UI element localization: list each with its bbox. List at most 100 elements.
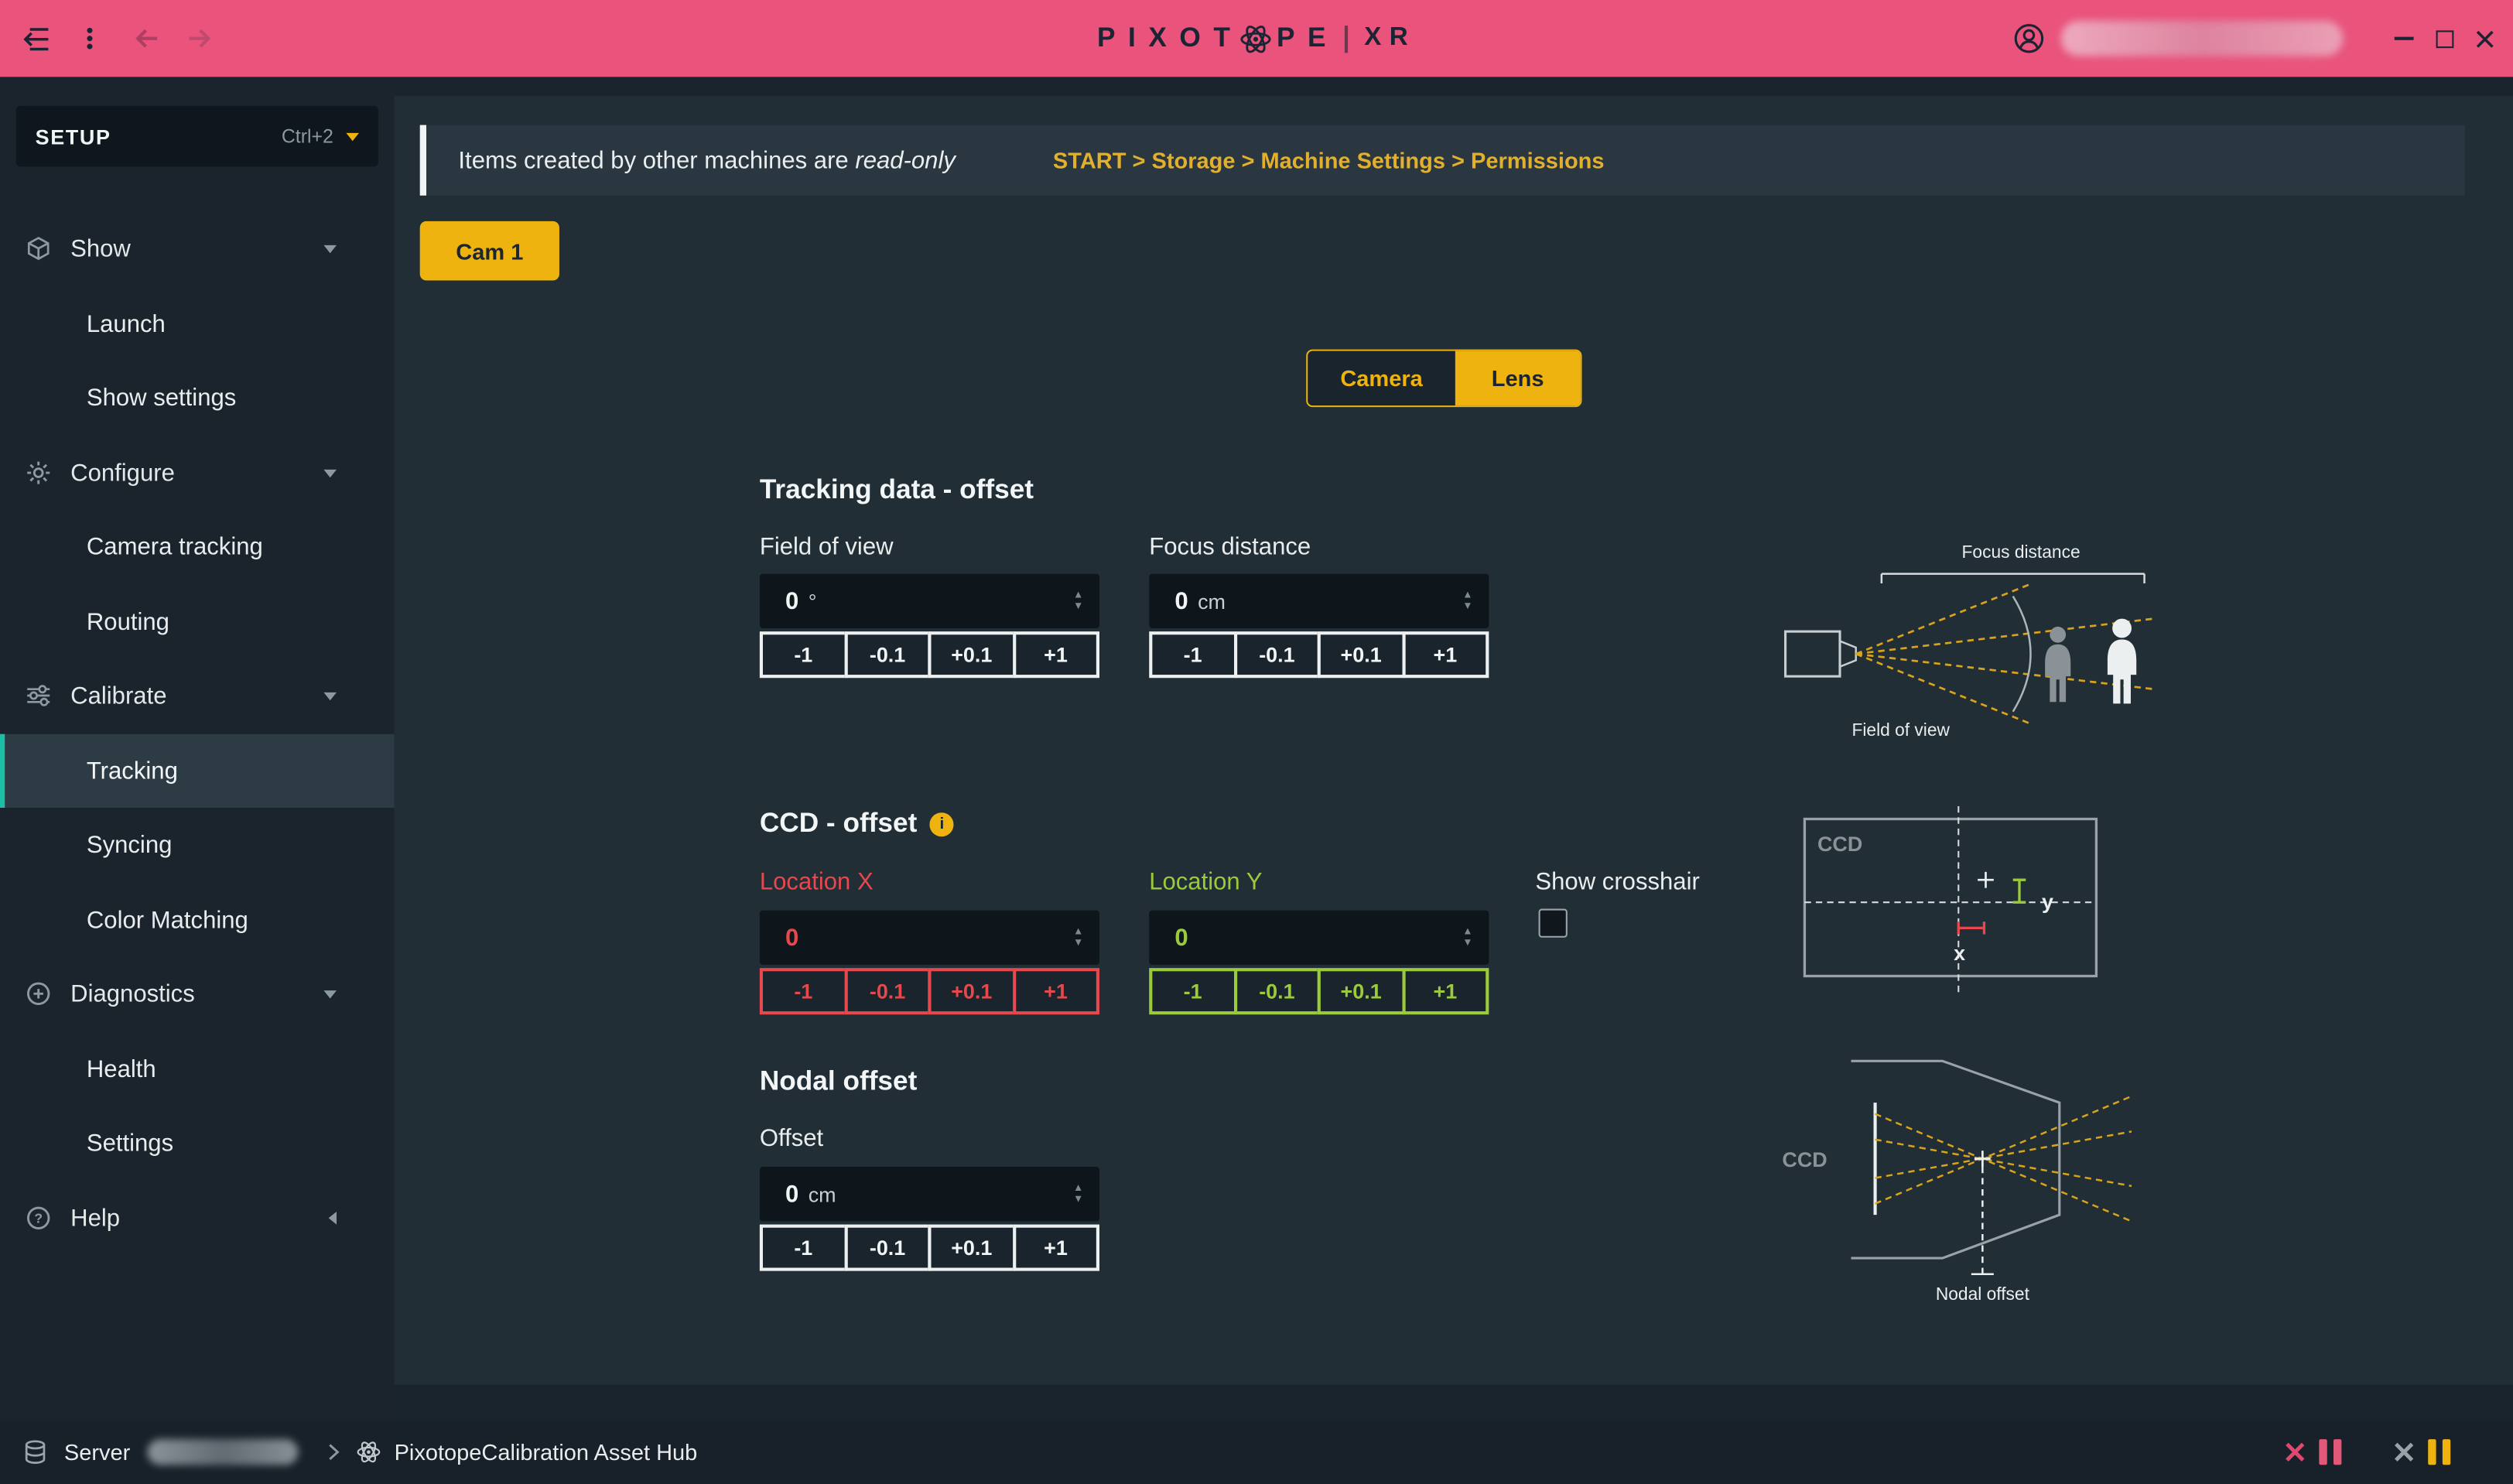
nodal-minus-0p1-button[interactable]: -0.1 xyxy=(844,1225,932,1271)
location-y-input[interactable]: 0 ▲▼ xyxy=(1149,911,1489,965)
chevron-right-icon xyxy=(320,1439,346,1465)
server-name-redacted[interactable] xyxy=(148,1439,299,1465)
fov-label: Field of view xyxy=(760,534,894,561)
sidebar-item-label: Color Matching xyxy=(87,906,248,933)
sliders-icon xyxy=(26,682,51,708)
y-minus-1-button[interactable]: -1 xyxy=(1149,968,1236,1014)
focus-distance-value: 0 xyxy=(1174,587,1188,614)
server-label: Server xyxy=(64,1439,130,1465)
app-window: PIXOT PE XR SETUP Ctrl+2 xyxy=(0,0,2513,1484)
location-x-input[interactable]: 0 ▲▼ xyxy=(760,911,1099,965)
titlebar: PIXOT PE XR xyxy=(0,0,2513,77)
logo-text-rest: PE xyxy=(1277,22,1339,54)
location-x-label: Location X xyxy=(760,869,874,896)
logo-product: XR xyxy=(1364,24,1416,53)
close-gray-icon[interactable] xyxy=(2392,1439,2417,1465)
setup-shortcut: Ctrl+2 xyxy=(282,125,333,148)
sidebar-item-show-settings[interactable]: Show settings xyxy=(0,361,395,434)
tab-camera[interactable]: Camera xyxy=(1308,351,1455,405)
setup-mode-selector[interactable]: SETUP Ctrl+2 xyxy=(16,106,378,167)
nodal-plus-1-button[interactable]: +1 xyxy=(1012,1225,1099,1271)
sidebar-item-color-matching[interactable]: Color Matching xyxy=(0,883,395,956)
nodal-offset-title: Nodal offset xyxy=(760,1066,917,1098)
sidebar-item-health[interactable]: Health xyxy=(0,1032,395,1106)
y-minus-0p1-button[interactable]: -0.1 xyxy=(1233,968,1321,1014)
fov-plus-0p1-button[interactable]: +0.1 xyxy=(928,631,1015,678)
sidebar-item-show[interactable]: Show xyxy=(0,211,395,285)
close-button[interactable] xyxy=(2462,0,2507,77)
sidebar-item-label: Show xyxy=(70,234,131,262)
user-account-icon[interactable] xyxy=(2006,0,2051,77)
location-x-value: 0 xyxy=(785,924,798,951)
x-minus-0p1-button[interactable]: -0.1 xyxy=(844,968,932,1014)
svg-text:CCD: CCD xyxy=(1782,1148,1827,1171)
sidebar-item-syncing[interactable]: Syncing xyxy=(0,808,395,881)
show-crosshair-label: Show crosshair xyxy=(1535,869,1699,896)
cam-1-button[interactable]: Cam 1 xyxy=(420,221,559,281)
logo-divider xyxy=(1345,25,1348,52)
pause-yellow-icon[interactable] xyxy=(2428,1439,2450,1465)
sidebar-item-calibrate[interactable]: Calibrate xyxy=(0,658,395,732)
sidebar-item-label: Diagnostics xyxy=(70,980,195,1007)
help-icon: ? xyxy=(26,1205,51,1231)
fov-minus-1-button[interactable]: -1 xyxy=(760,631,847,678)
location-y-value: 0 xyxy=(1174,924,1188,951)
svg-text:?: ? xyxy=(34,1211,43,1226)
x-minus-1-button[interactable]: -1 xyxy=(760,968,847,1014)
close-red-icon[interactable] xyxy=(2282,1439,2308,1465)
y-plus-1-button[interactable]: +1 xyxy=(1401,968,1489,1014)
nodal-plus-0p1-button[interactable]: +0.1 xyxy=(928,1225,1015,1271)
asset-hub-label[interactable]: PixotopeCalibration Asset Hub xyxy=(395,1439,698,1465)
location-y-stepper-group: -1 -0.1 +0.1 +1 xyxy=(1149,968,1489,1014)
fov-plus-1-button[interactable]: +1 xyxy=(1012,631,1099,678)
nodal-minus-1-button[interactable]: -1 xyxy=(760,1225,847,1271)
spinner-arrows-icon[interactable]: ▲▼ xyxy=(1462,590,1472,612)
server-icon xyxy=(22,1439,48,1465)
sidebar-item-camera-tracking[interactable]: Camera tracking xyxy=(0,510,395,583)
x-plus-1-button[interactable]: +1 xyxy=(1012,968,1099,1014)
svg-text:Focus distance: Focus distance xyxy=(1962,542,2080,562)
user-account-redacted[interactable] xyxy=(2061,21,2344,56)
nodal-diagram: CCD Nodal offset xyxy=(1779,1038,2147,1319)
minimize-button[interactable] xyxy=(2381,0,2426,77)
maximize-button[interactable] xyxy=(2422,0,2467,77)
focus-distance-label: Focus distance xyxy=(1149,534,1311,561)
sidebar-item-routing[interactable]: Routing xyxy=(0,585,395,658)
sidebar-item-help[interactable]: ? Help xyxy=(0,1181,395,1255)
y-plus-0p1-button[interactable]: +0.1 xyxy=(1318,968,1405,1014)
focus-distance-input[interactable]: 0 cm ▲▼ xyxy=(1149,574,1489,628)
nodal-offset-unit: cm xyxy=(809,1182,836,1206)
fov-minus-0p1-button[interactable]: -0.1 xyxy=(844,631,932,678)
focus-plus-0p1-button[interactable]: +0.1 xyxy=(1318,631,1405,678)
focus-plus-1-button[interactable]: +1 xyxy=(1401,631,1489,678)
fov-input[interactable]: 0 ° ▲▼ xyxy=(760,574,1099,628)
focus-minus-0p1-button[interactable]: -0.1 xyxy=(1233,631,1321,678)
readonly-notice: Items created by other machines are read… xyxy=(420,125,2465,196)
chevron-left-icon xyxy=(329,1212,337,1225)
pause-red-icon[interactable] xyxy=(2319,1439,2341,1465)
svg-text:CCD: CCD xyxy=(1817,833,1862,856)
sidebar-item-label: Settings xyxy=(87,1129,173,1156)
sidebar-item-settings[interactable]: Settings xyxy=(0,1106,395,1179)
breadcrumb[interactable]: START > Storage > Machine Settings > Per… xyxy=(1053,148,1605,173)
spinner-arrows-icon[interactable]: ▲▼ xyxy=(1073,1183,1083,1205)
sidebar-item-configure[interactable]: Configure xyxy=(0,436,395,509)
svg-text:Field of view: Field of view xyxy=(1851,720,1950,740)
info-icon[interactable]: i xyxy=(930,812,954,836)
show-crosshair-checkbox[interactable] xyxy=(1539,909,1568,938)
fov-stepper-group: -1 -0.1 +0.1 +1 xyxy=(760,631,1099,678)
spinner-arrows-icon[interactable]: ▲▼ xyxy=(1462,926,1472,949)
spinner-arrows-icon[interactable]: ▲▼ xyxy=(1073,590,1083,612)
diagnostics-icon xyxy=(26,981,51,1007)
tab-lens[interactable]: Lens xyxy=(1455,351,1581,405)
x-plus-0p1-button[interactable]: +0.1 xyxy=(928,968,1015,1014)
location-x-stepper-group: -1 -0.1 +0.1 +1 xyxy=(760,968,1099,1014)
sidebar-item-tracking[interactable]: Tracking xyxy=(0,734,395,808)
nodal-offset-input[interactable]: 0 cm ▲▼ xyxy=(760,1167,1099,1221)
sidebar-item-launch[interactable]: Launch xyxy=(0,287,395,361)
focus-stepper-group: -1 -0.1 +0.1 +1 xyxy=(1149,631,1489,678)
sidebar-item-diagnostics[interactable]: Diagnostics xyxy=(0,957,395,1031)
spinner-arrows-icon[interactable]: ▲▼ xyxy=(1073,926,1083,949)
nodal-stepper-group: -1 -0.1 +0.1 +1 xyxy=(760,1225,1099,1271)
focus-minus-1-button[interactable]: -1 xyxy=(1149,631,1236,678)
